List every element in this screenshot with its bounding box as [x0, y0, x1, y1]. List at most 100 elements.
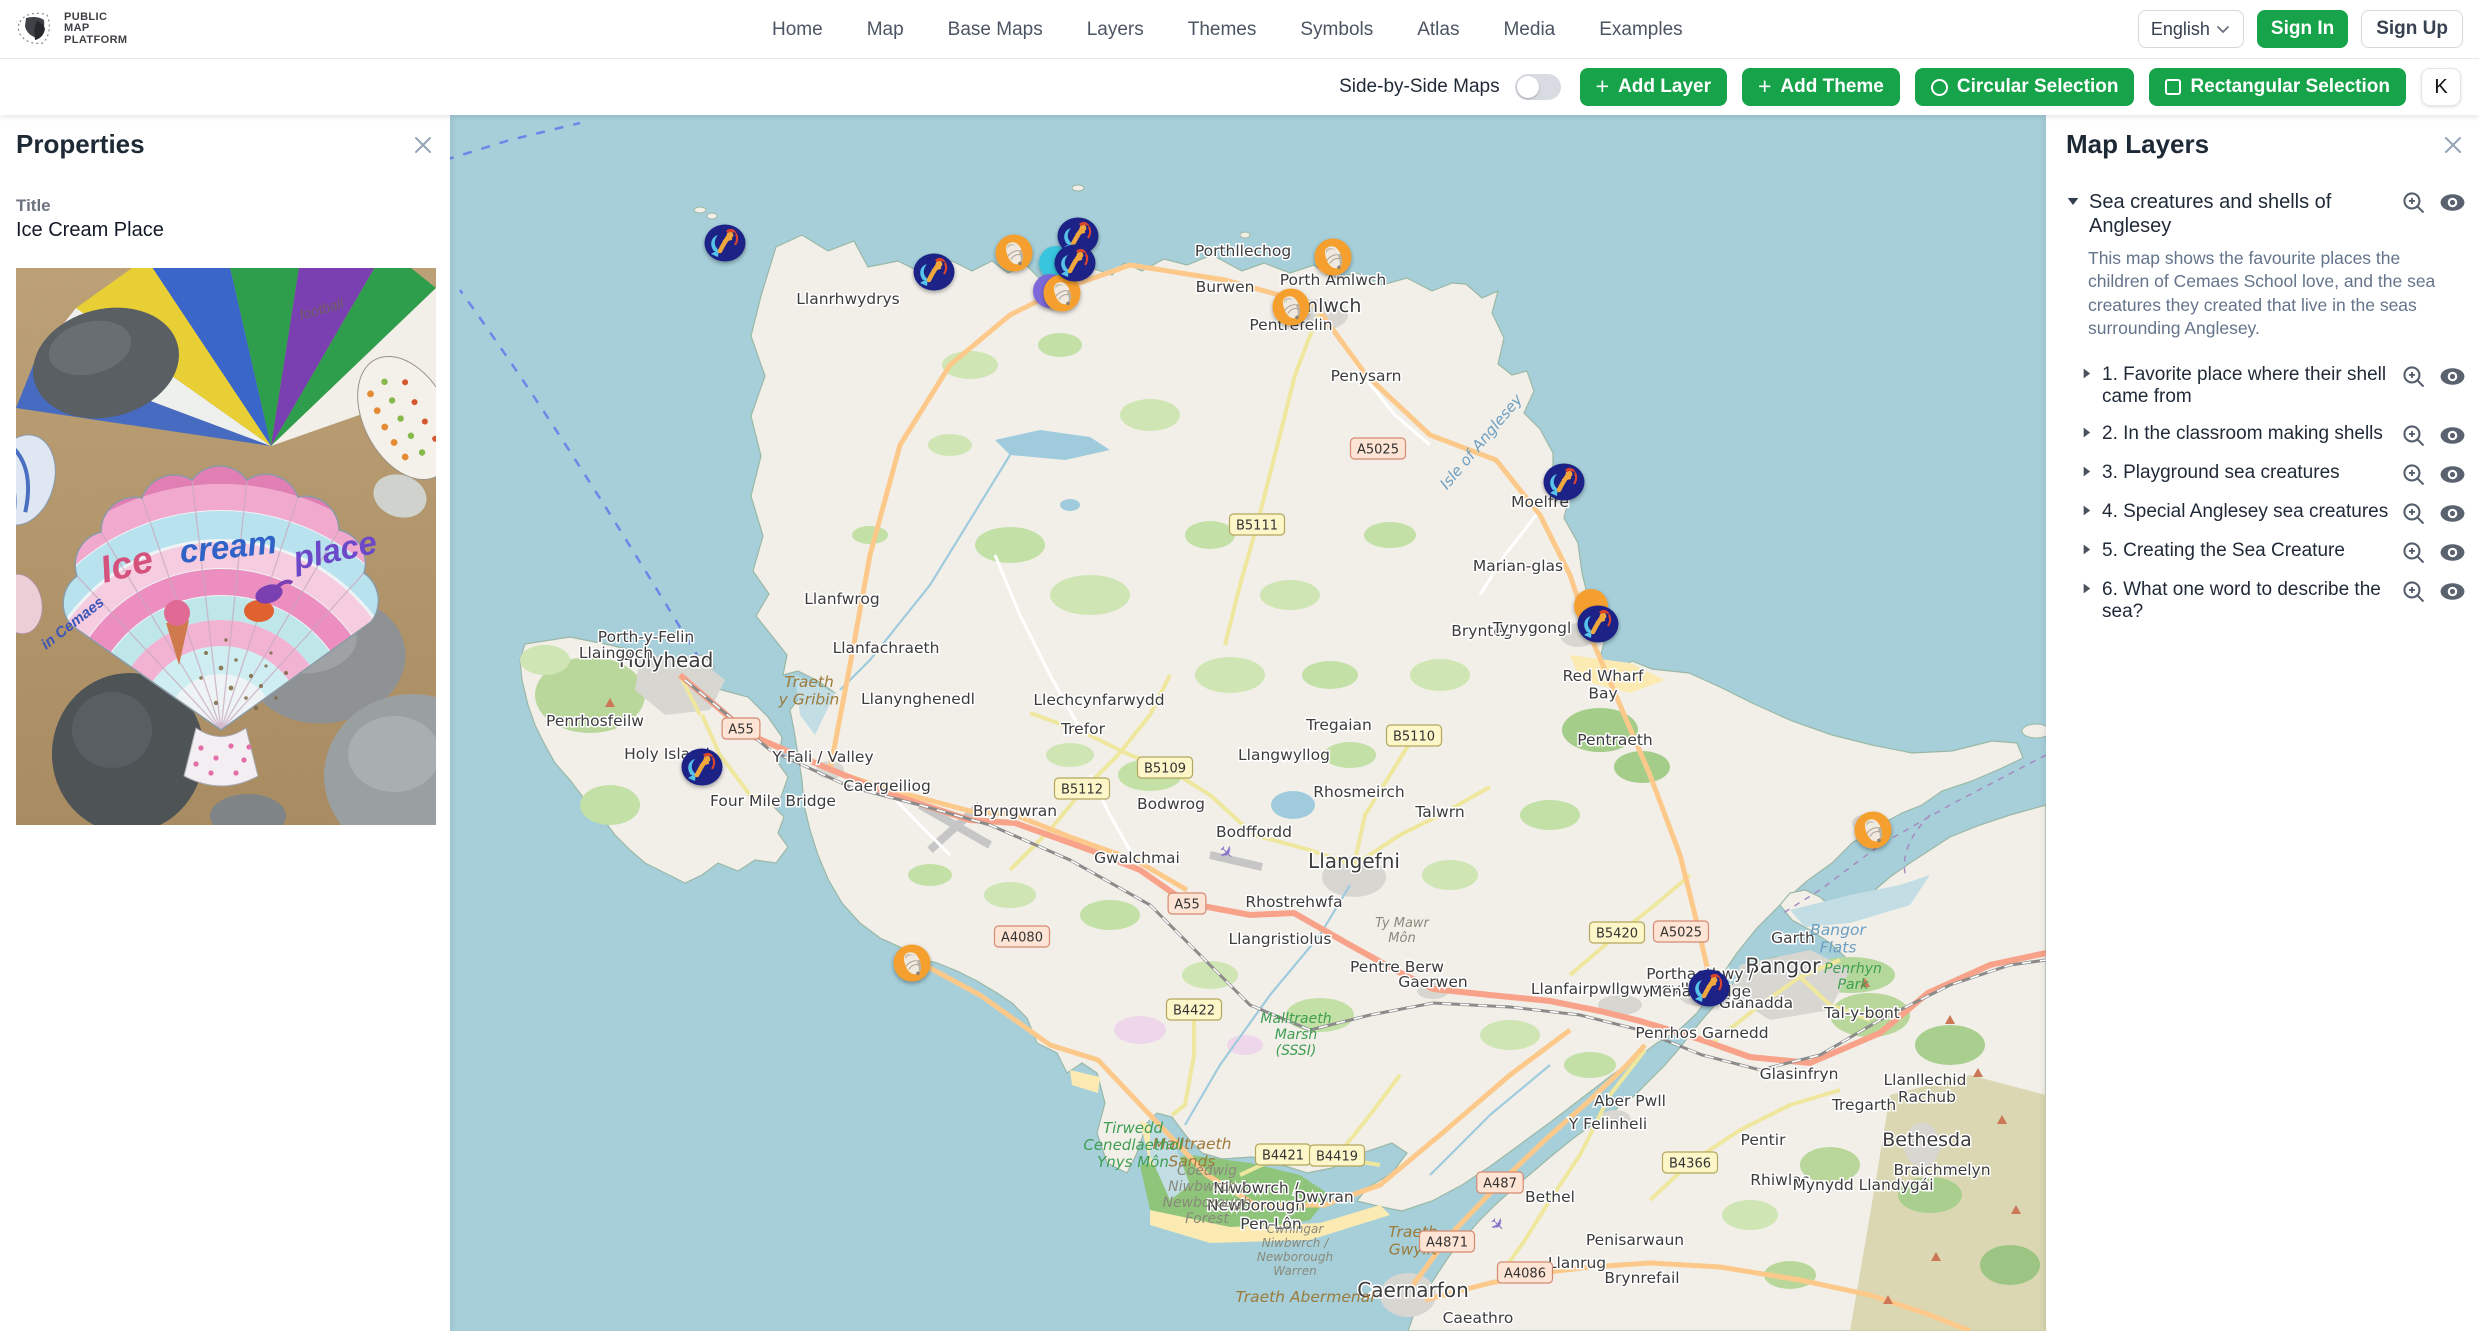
zoom-to-layer-icon[interactable] — [2401, 579, 2426, 604]
map-marker-shell[interactable] — [996, 235, 1033, 272]
road-badge: A55 — [1168, 893, 1206, 914]
map-marker-mermaid[interactable] — [1055, 245, 1096, 282]
map-label: Trefor — [1060, 720, 1106, 738]
side-by-side-label: Side-by-Side Maps — [1339, 76, 1500, 98]
map-marker-mermaid[interactable] — [1544, 464, 1585, 501]
plus-icon: + — [1758, 75, 1771, 98]
layer-item-2[interactable]: 2. In the classroom making shells — [2066, 416, 2466, 455]
map-label: Tregarth — [1831, 1096, 1896, 1114]
layer-item-label[interactable]: 3. Playground sea creatures — [2102, 462, 2391, 484]
road-badge: A4871 — [1420, 1231, 1475, 1252]
zoom-to-layer-icon[interactable] — [2401, 190, 2426, 215]
layer-item-label[interactable]: 2. In the classroom making shells — [2102, 423, 2391, 445]
logo-icon — [14, 8, 56, 50]
zoom-to-layer-icon[interactable] — [2401, 364, 2426, 389]
rectangular-selection-button[interactable]: Rectangular Selection — [2149, 68, 2406, 106]
caret-right-icon[interactable] — [2080, 465, 2093, 478]
caret-down-icon[interactable] — [2066, 194, 2080, 208]
zoom-to-layer-icon[interactable] — [2401, 423, 2426, 448]
map-marker-shell[interactable] — [1855, 812, 1892, 849]
map-label: Tynygongl — [1492, 619, 1572, 637]
map-label: Garth — [1771, 929, 1815, 947]
layer-item-5[interactable]: 5. Creating the Sea Creature — [2066, 533, 2466, 572]
layer-visibility-icon[interactable] — [2439, 190, 2466, 215]
map-marker-mermaid[interactable] — [705, 225, 746, 262]
zoom-to-layer-icon[interactable] — [2401, 540, 2426, 565]
sign-up-button[interactable]: Sign Up — [2361, 10, 2463, 48]
nav-item-media[interactable]: Media — [1503, 19, 1555, 41]
nav-item-base-maps[interactable]: Base Maps — [948, 19, 1043, 41]
svg-text:B5112: B5112 — [1061, 783, 1103, 798]
map-marker-mermaid[interactable] — [1689, 970, 1730, 1007]
road-badge: A5025 — [1351, 438, 1406, 459]
map-marker-mermaid[interactable] — [1578, 606, 1619, 643]
caret-right-icon[interactable] — [2080, 367, 2093, 380]
layer-item-6[interactable]: 6. What one word to describe the sea? — [2066, 572, 2466, 631]
map-marker-shell[interactable] — [1315, 239, 1352, 276]
svg-text:A55: A55 — [728, 723, 753, 738]
nav-item-symbols[interactable]: Symbols — [1300, 19, 1373, 41]
map-label: Llanfwrog — [804, 590, 879, 608]
nav-item-home[interactable]: Home — [772, 19, 823, 41]
caret-right-icon[interactable] — [2080, 426, 2093, 439]
layer-item-3[interactable]: 3. Playground sea creatures — [2066, 455, 2466, 494]
user-avatar-button[interactable]: K — [2421, 68, 2461, 106]
close-properties-button[interactable] — [410, 132, 436, 158]
map-label: Llechcynfarwydd — [1033, 691, 1164, 709]
map-label: Gaerwen — [1398, 973, 1467, 991]
nav-item-themes[interactable]: Themes — [1188, 19, 1257, 41]
add-layer-button[interactable]: + Add Layer — [1580, 68, 1727, 106]
map-label: Llanrug — [1548, 1254, 1606, 1272]
map-label: Penysarn — [1331, 367, 1402, 385]
map-label: Dwyran — [1294, 1188, 1353, 1206]
layer-visibility-icon[interactable] — [2439, 579, 2466, 604]
layer-visibility-icon[interactable] — [2439, 364, 2466, 389]
language-select[interactable]: English — [2138, 10, 2244, 48]
layer-item-1[interactable]: 1. Favorite place where their shell came… — [2066, 357, 2466, 416]
map-layers-panel: Map Layers Sea creatures and shells of A… — [2046, 115, 2479, 1331]
svg-text:A4871: A4871 — [1426, 1236, 1468, 1251]
zoom-to-layer-icon[interactable] — [2401, 501, 2426, 526]
layer-item-label[interactable]: 4. Special Anglesey sea creatures — [2102, 501, 2391, 523]
layer-item-label[interactable]: 5. Creating the Sea Creature — [2102, 540, 2391, 562]
map-marker-shell[interactable] — [894, 945, 931, 982]
layer-group-name: Sea creatures and shells of Anglesey — [2089, 190, 2391, 238]
layer-visibility-icon[interactable] — [2439, 501, 2466, 526]
add-theme-button[interactable]: + Add Theme — [1742, 68, 1900, 106]
app-logo: PUBLIC MAP PLATFORM — [14, 8, 128, 50]
nav-item-atlas[interactable]: Atlas — [1417, 19, 1459, 41]
map-label: Llangristiolus — [1229, 930, 1332, 948]
layer-visibility-icon[interactable] — [2439, 540, 2466, 565]
nav-item-examples[interactable]: Examples — [1599, 19, 1682, 41]
sign-in-button[interactable]: Sign In — [2257, 10, 2348, 48]
caret-right-icon[interactable] — [2080, 543, 2093, 556]
map-marker-mermaid[interactable] — [914, 254, 955, 291]
map-label: Traeth Abermenai — [1235, 1288, 1375, 1306]
road-badge: B4366 — [1663, 1152, 1718, 1173]
map-marker-mermaid[interactable] — [682, 749, 723, 786]
layer-visibility-icon[interactable] — [2439, 462, 2466, 487]
caret-right-icon[interactable] — [2080, 504, 2093, 517]
side-by-side-toggle[interactable] — [1515, 74, 1561, 100]
caret-right-icon[interactable] — [2080, 582, 2093, 595]
map-canvas[interactable]: ✈✈ HolyheadLlangefniBangorCaernarfonBeth… — [450, 115, 2046, 1331]
layer-group-row[interactable]: Sea creatures and shells of Anglesey — [2066, 190, 2466, 238]
circle-icon — [1931, 79, 1948, 96]
close-layers-button[interactable] — [2440, 132, 2466, 158]
map-label: Rhostrehwfa — [1245, 893, 1342, 911]
layer-item-4[interactable]: 4. Special Anglesey sea creatures — [2066, 494, 2466, 533]
zoom-to-layer-icon[interactable] — [2401, 462, 2426, 487]
layer-item-label[interactable]: 1. Favorite place where their shell came… — [2102, 364, 2391, 409]
map-marker-shell[interactable] — [1273, 289, 1310, 326]
map-label: Llaingoch — [579, 644, 653, 662]
map-label: Bangor — [1745, 954, 1821, 978]
road-badge: A4086 — [1498, 1262, 1553, 1283]
nav-item-layers[interactable]: Layers — [1087, 19, 1144, 41]
layer-item-label[interactable]: 6. What one word to describe the sea? — [2102, 579, 2391, 624]
logo-wordmark: PUBLIC MAP PLATFORM — [64, 12, 128, 47]
properties-title: Properties — [16, 129, 145, 160]
circular-selection-button[interactable]: Circular Selection — [1915, 68, 2135, 106]
layer-list: 1. Favorite place where their shell came… — [2066, 357, 2466, 631]
nav-item-map[interactable]: Map — [867, 19, 904, 41]
layer-visibility-icon[interactable] — [2439, 423, 2466, 448]
